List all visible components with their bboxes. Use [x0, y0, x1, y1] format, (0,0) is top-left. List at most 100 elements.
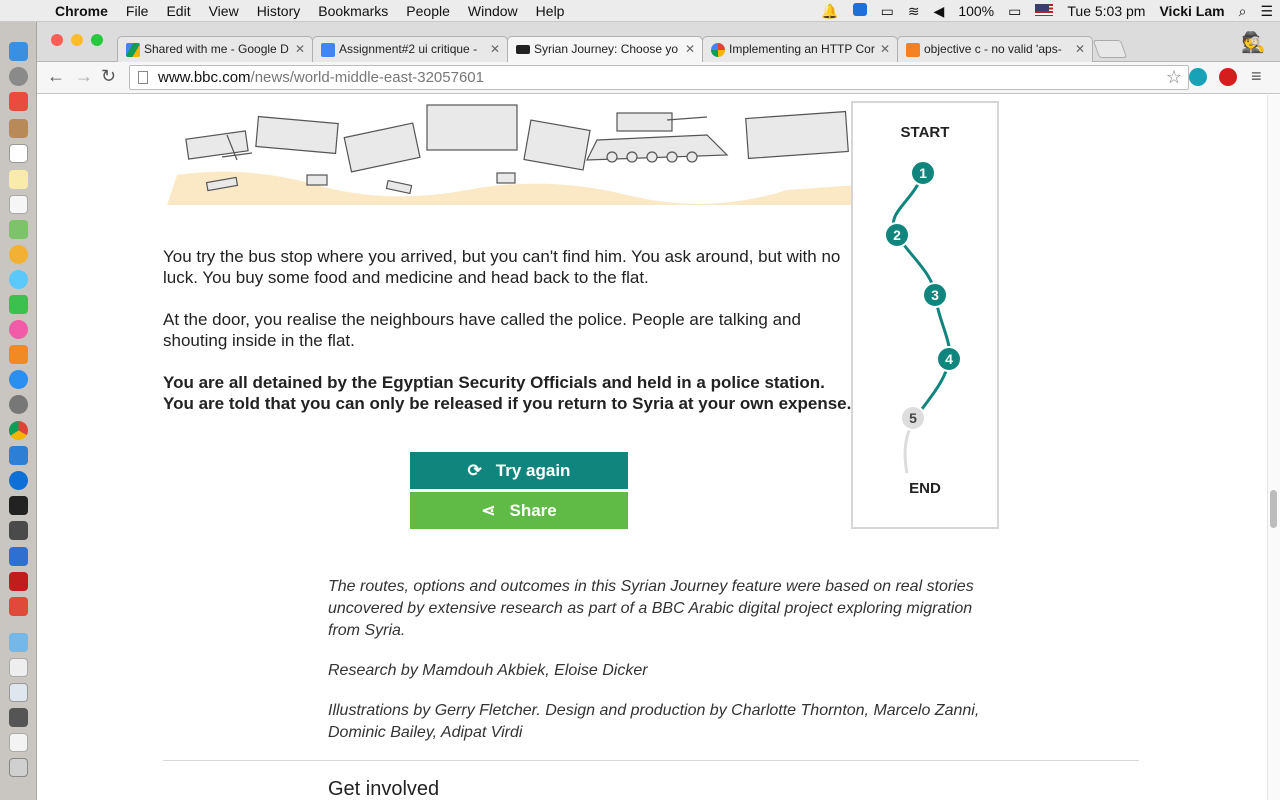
app-grid-icon[interactable]: [9, 92, 28, 111]
clock[interactable]: Tue 5:03 pm: [1060, 3, 1152, 19]
close-window-button[interactable]: [51, 34, 63, 46]
us-flag-input-icon[interactable]: [1028, 3, 1060, 19]
share-button[interactable]: ⋖ Share: [410, 492, 628, 529]
section-divider: [163, 760, 1139, 761]
maps-icon[interactable]: [9, 220, 28, 239]
refresh-icon: ⟳: [467, 460, 482, 480]
sublime-text-icon[interactable]: [9, 521, 28, 540]
credits-design: Illustrations by Gerry Fletcher. Design …: [328, 702, 980, 741]
notification-center-icon[interactable]: ☰: [1253, 3, 1280, 20]
tab-stackoverflow[interactable]: objective c - no valid 'aps- ✕: [897, 36, 1093, 62]
tab-http-server[interactable]: Implementing an HTTP Cor ✕: [702, 36, 898, 62]
calendar-icon[interactable]: [9, 144, 28, 163]
downloads-folder-icon[interactable]: [9, 633, 28, 652]
finder-icon[interactable]: [9, 42, 28, 61]
minimize-window-button[interactable]: [71, 34, 83, 46]
forward-arrow-icon[interactable]: →: [75, 66, 93, 87]
url-host: www.bbc.com: [158, 69, 251, 86]
route-step-5: 5: [900, 405, 926, 431]
scrollbar-thumb[interactable]: [1270, 490, 1277, 528]
route-step-number: 1: [919, 165, 927, 181]
route-step-1: 1: [910, 160, 936, 186]
itunes-icon[interactable]: [9, 320, 28, 339]
layers-app-icon[interactable]: [9, 547, 28, 566]
menu-edit[interactable]: Edit: [157, 3, 199, 19]
tab-title: objective c - no valid 'aps-: [924, 42, 1062, 56]
contacts-icon[interactable]: [9, 119, 28, 138]
google-drive-icon: [126, 43, 140, 57]
share-icon: ⋖: [481, 500, 496, 520]
stackoverflow-icon: [906, 43, 920, 57]
credits-research: Research by Mamdouh Akbiek, Eloise Dicke…: [328, 662, 648, 679]
close-tab-icon[interactable]: ✕: [685, 42, 695, 56]
menu-view[interactable]: View: [200, 3, 248, 19]
close-tab-icon[interactable]: ✕: [490, 42, 500, 56]
notes-icon[interactable]: [9, 170, 28, 189]
menu-help[interactable]: Help: [527, 3, 574, 19]
files-stack-icon[interactable]: [9, 733, 28, 752]
menu-bookmarks[interactable]: Bookmarks: [309, 3, 397, 19]
menu-history[interactable]: History: [248, 3, 310, 19]
screenshot-stack-icon[interactable]: [9, 683, 28, 702]
chrome-icon[interactable]: [9, 421, 28, 440]
tab-google-docs[interactable]: Assignment#2 ui critique - ✕: [312, 36, 508, 62]
launchpad-icon[interactable]: [9, 67, 28, 86]
folder-stack-icon[interactable]: [9, 708, 28, 727]
page-scrollbar[interactable]: [1267, 95, 1280, 800]
chrome-menu-icon[interactable]: ≡: [1251, 66, 1262, 87]
reload-icon[interactable]: ↻: [101, 66, 116, 87]
route-step-2: 2: [884, 222, 910, 248]
back-arrow-icon[interactable]: ←: [47, 66, 65, 87]
acrobat-icon[interactable]: [9, 572, 28, 591]
terminal-icon[interactable]: [9, 496, 28, 515]
menu-window[interactable]: Window: [459, 3, 527, 19]
try-again-label: Try again: [495, 460, 571, 480]
battery-percent[interactable]: 100%: [951, 3, 1001, 19]
tab-google-drive[interactable]: Shared with me - Google D ✕: [117, 36, 313, 62]
menu-people[interactable]: People: [397, 3, 459, 19]
volume-icon[interactable]: ◀: [927, 3, 952, 20]
pdf-app-icon[interactable]: [9, 597, 28, 616]
route-step-number: 5: [909, 410, 917, 426]
new-tab-button[interactable]: [1092, 40, 1128, 58]
notification-bell-icon[interactable]: 🔔: [814, 3, 845, 20]
menu-app-name[interactable]: Chrome: [46, 3, 117, 19]
teamviewer-icon[interactable]: [9, 471, 28, 490]
route-path: 1 2 3 4 5: [884, 160, 962, 474]
documents-stack-icon[interactable]: [9, 658, 28, 677]
trash-icon[interactable]: [9, 758, 28, 777]
photos-icon[interactable]: [9, 245, 28, 264]
tab-bbc-syrian-journey[interactable]: Syrian Journey: Choose yo ✕: [507, 36, 703, 63]
url-path: /news/world-middle-east-32057601: [250, 69, 484, 86]
close-tab-icon[interactable]: ✕: [880, 42, 890, 56]
address-bar[interactable]: www.bbc.com/news/world-middle-east-32057…: [129, 65, 1189, 90]
wifi-icon[interactable]: ≋: [901, 3, 927, 20]
user-name[interactable]: Vicki Lam: [1152, 3, 1231, 19]
close-tab-icon[interactable]: ✕: [295, 42, 305, 56]
try-again-button[interactable]: ⟳ Try again: [410, 452, 628, 489]
route-step-number: 4: [945, 351, 953, 367]
close-tab-icon[interactable]: ✕: [1075, 42, 1085, 56]
reminders-icon[interactable]: [9, 195, 28, 214]
credits-intro: The routes, options and outcomes in this…: [328, 578, 974, 639]
app-store-icon[interactable]: [9, 370, 28, 389]
journey-route-tracker: START 12345 END: [851, 101, 999, 529]
teamviewer-status-icon[interactable]: [846, 3, 874, 19]
ibooks-icon[interactable]: [9, 345, 28, 364]
airplay-icon[interactable]: ▭: [874, 3, 901, 20]
bookmark-star-icon[interactable]: ☆: [1166, 67, 1182, 88]
route-end-label: END: [909, 480, 941, 497]
adblock-icon[interactable]: [1219, 68, 1237, 86]
system-preferences-icon[interactable]: [9, 395, 28, 414]
facetime-icon[interactable]: [9, 295, 28, 314]
extension-teal-icon[interactable]: [1189, 68, 1207, 86]
menu-file[interactable]: File: [117, 3, 158, 19]
messages-icon[interactable]: [9, 270, 28, 289]
page-content: You try the bus stop where you arrived, …: [37, 95, 1267, 800]
dock: [0, 22, 37, 800]
battery-icon[interactable]: ▭: [1001, 3, 1028, 20]
spotlight-search-icon[interactable]: ⌕: [1232, 3, 1254, 20]
xcode-icon[interactable]: [9, 446, 28, 465]
incognito-icon: 🕵: [1241, 32, 1266, 54]
zoom-window-button[interactable]: [91, 34, 103, 46]
